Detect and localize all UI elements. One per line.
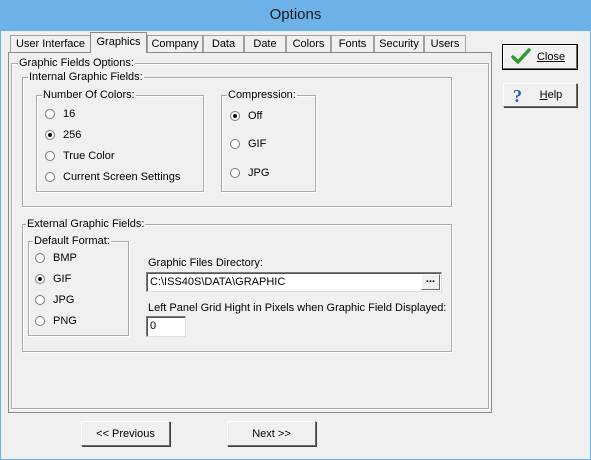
radio-circle bbox=[35, 295, 45, 305]
graphic-fields-options-label: Graphic Fields Options: bbox=[18, 57, 135, 69]
radio-label: Off bbox=[248, 110, 263, 122]
default-format-label: Default Format: bbox=[33, 235, 111, 247]
colors-16-radio[interactable]: 16 bbox=[45, 107, 75, 121]
tab-graphics[interactable]: Graphics bbox=[90, 32, 147, 53]
close-label: Close bbox=[536, 51, 566, 63]
radio-circle bbox=[230, 111, 240, 121]
svg-text:?: ? bbox=[513, 87, 522, 105]
tab-label: Date bbox=[253, 38, 277, 50]
tab-date[interactable]: Date bbox=[244, 35, 286, 52]
radio-label: 256 bbox=[63, 129, 82, 141]
radio-circle bbox=[45, 151, 55, 161]
tab-label: User Interface bbox=[15, 38, 86, 50]
help-button[interactable]: ? Help bbox=[503, 83, 577, 107]
radio-circle bbox=[230, 139, 240, 149]
tab-label: Colors bbox=[292, 38, 325, 50]
tab-data[interactable]: Data bbox=[203, 35, 244, 52]
radio-circle bbox=[45, 109, 55, 119]
radio-label: 16 bbox=[63, 108, 76, 120]
grid-height-label: Left Panel Grid Hight in Pixels when Gra… bbox=[148, 302, 447, 314]
radio-circle bbox=[230, 168, 240, 178]
external-graphic-fields-label: External Graphic Fields: bbox=[26, 218, 146, 230]
title-bar[interactable]: Options bbox=[0, 0, 591, 32]
number-of-colors-label: Number Of Colors: bbox=[42, 89, 136, 101]
compression-jpg-radio[interactable]: JPG bbox=[230, 166, 269, 180]
radio-circle bbox=[35, 253, 45, 263]
next-button[interactable]: Next >> bbox=[227, 421, 316, 446]
tab-users[interactable]: Users bbox=[424, 35, 466, 52]
checkmark-icon bbox=[511, 48, 531, 64]
directory-value: C:\ISS40S\DATA\GRAPHIC bbox=[150, 276, 286, 288]
graphic-files-directory-input[interactable]: C:\ISS40S\DATA\GRAPHIC bbox=[146, 272, 442, 292]
tab-fonts[interactable]: Fonts bbox=[331, 35, 374, 52]
tab-label: Company bbox=[151, 38, 199, 50]
format-bmp-radio[interactable]: BMP bbox=[35, 251, 77, 265]
previous-label: << Previous bbox=[96, 427, 155, 440]
grid-height-value: 0 bbox=[150, 320, 157, 332]
tab-label: Users bbox=[430, 38, 460, 50]
radio-label: JPG bbox=[53, 294, 75, 306]
tab-label: Graphics bbox=[96, 36, 141, 48]
format-jpg-radio[interactable]: JPG bbox=[35, 293, 74, 307]
grid-height-input[interactable]: 0 bbox=[146, 316, 186, 337]
previous-button[interactable]: << Previous bbox=[81, 421, 170, 446]
close-button[interactable]: Close bbox=[502, 44, 578, 70]
internal-graphic-fields-label: Internal Graphic Fields: bbox=[28, 71, 144, 83]
help-question-icon: ? bbox=[513, 87, 522, 105]
radio-label: True Color bbox=[63, 150, 115, 162]
compression-gif-radio[interactable]: GIF bbox=[230, 137, 266, 151]
radio-label: JPG bbox=[248, 167, 270, 179]
tab-label: Fonts bbox=[338, 38, 367, 50]
tab-label: Data bbox=[211, 38, 236, 50]
tab-label: Security bbox=[379, 38, 419, 50]
browse-directory-button[interactable]: ... bbox=[421, 274, 440, 290]
graphic-files-directory-label: Graphic Files Directory: bbox=[148, 257, 263, 269]
colors-256-radio[interactable]: 256 bbox=[45, 128, 81, 142]
colors-current-screen-radio[interactable]: Current Screen Settings bbox=[45, 170, 180, 184]
compression-label: Compression: bbox=[227, 89, 297, 101]
colors-true-color-radio[interactable]: True Color bbox=[45, 149, 115, 163]
next-label: Next >> bbox=[252, 427, 291, 440]
tab-company[interactable]: Company bbox=[147, 35, 203, 52]
format-gif-radio[interactable]: GIF bbox=[35, 272, 71, 286]
compression-off-radio[interactable]: Off bbox=[230, 109, 262, 123]
radio-circle bbox=[35, 316, 45, 326]
radio-label: Current Screen Settings bbox=[63, 171, 181, 183]
radio-label: PNG bbox=[53, 315, 77, 327]
tab-security[interactable]: Security bbox=[374, 35, 424, 52]
radio-circle bbox=[45, 130, 55, 140]
radio-label: BMP bbox=[53, 252, 77, 264]
tab-user-interface[interactable]: User Interface bbox=[10, 35, 91, 52]
radio-label: GIF bbox=[53, 273, 72, 285]
window-title: Options bbox=[269, 6, 322, 23]
radio-circle bbox=[35, 274, 45, 284]
help-label: Help bbox=[539, 89, 563, 101]
tab-colors[interactable]: Colors bbox=[286, 35, 331, 52]
radio-circle bbox=[45, 172, 55, 182]
format-png-radio[interactable]: PNG bbox=[35, 314, 77, 328]
radio-label: GIF bbox=[248, 138, 267, 150]
browse-ellipsis: ... bbox=[425, 273, 436, 285]
